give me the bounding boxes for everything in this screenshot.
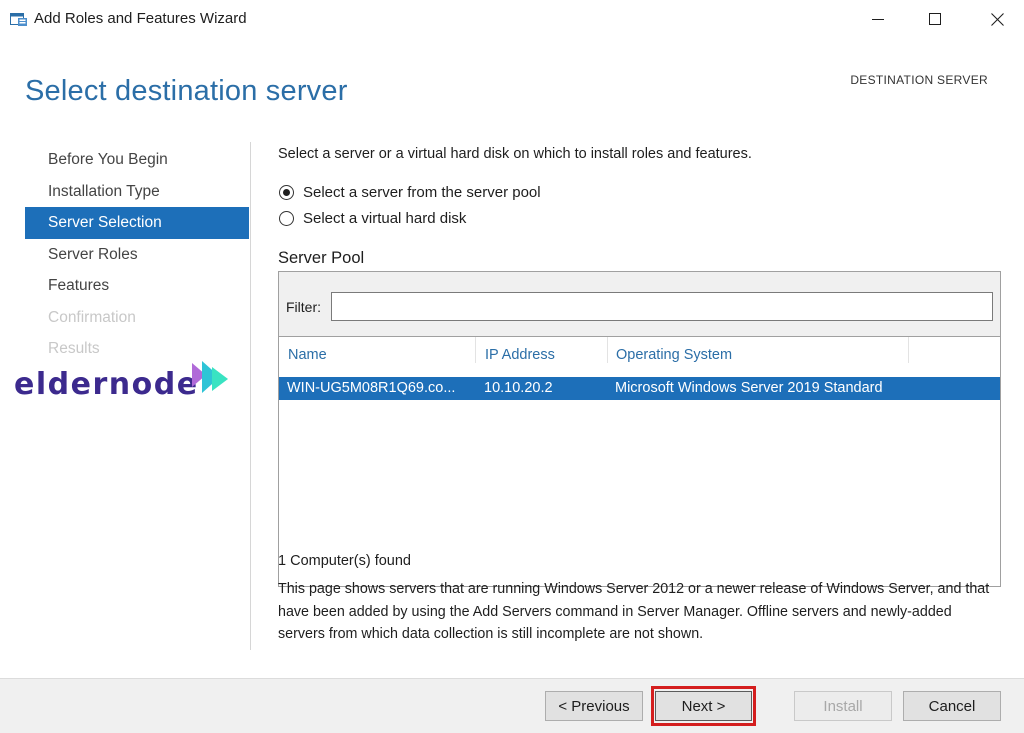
- cell-ip-address: 10.10.20.2: [484, 380, 553, 396]
- destination-server-label: DESTINATION SERVER: [850, 73, 988, 87]
- radio-server-pool[interactable]: [279, 185, 294, 200]
- option-server-pool[interactable]: Select a server from the server pool: [279, 184, 541, 201]
- close-button[interactable]: [974, 0, 1020, 38]
- server-grid: Name IP Address Operating System WIN-UG5…: [279, 336, 1000, 586]
- wizard-content: Select destination server DESTINATION SE…: [0, 38, 1024, 678]
- cancel-button[interactable]: Cancel: [903, 691, 1001, 721]
- radio-virtual-hard-disk[interactable]: [279, 211, 294, 226]
- column-divider[interactable]: [607, 337, 608, 363]
- logo-arrows-icon: [192, 361, 228, 393]
- server-pool-panel: Filter: Name IP Address Operating System…: [278, 271, 1001, 587]
- window-title: Add Roles and Features Wizard: [34, 10, 247, 27]
- wizard-footer: < Previous Next > Install Cancel: [0, 678, 1024, 733]
- grid-header: Name IP Address Operating System: [279, 337, 1000, 375]
- column-name[interactable]: Name: [288, 347, 327, 363]
- info-note: This page shows servers that are running…: [278, 581, 990, 642]
- wizard-nav: Before You Begin Installation Type Serve…: [25, 144, 249, 365]
- option-virtual-hard-disk[interactable]: Select a virtual hard disk: [279, 210, 466, 227]
- column-divider[interactable]: [908, 337, 909, 363]
- maximize-icon: [929, 13, 941, 25]
- nav-item-before-you-begin[interactable]: Before You Begin: [25, 144, 249, 176]
- column-ip-address[interactable]: IP Address: [485, 347, 555, 363]
- previous-button[interactable]: < Previous: [545, 691, 643, 721]
- maximize-button[interactable]: [912, 0, 958, 38]
- minimize-icon: [872, 19, 884, 20]
- nav-item-server-selection[interactable]: Server Selection: [25, 207, 249, 239]
- minimize-button[interactable]: [855, 0, 901, 38]
- page-title: Select destination server: [25, 75, 348, 107]
- cell-server-name: WIN-UG5M08R1Q69.co...: [287, 380, 456, 396]
- computers-found: 1 Computer(s) found: [278, 553, 411, 569]
- install-button: Install: [794, 691, 892, 721]
- intro-text: Select a server or a virtual hard disk o…: [278, 146, 752, 162]
- column-operating-system[interactable]: Operating System: [616, 347, 732, 363]
- nav-item-installation-type[interactable]: Installation Type: [25, 176, 249, 208]
- table-row[interactable]: WIN-UG5M08R1Q69.co... 10.10.20.2 Microso…: [279, 377, 1000, 400]
- filter-label: Filter:: [286, 299, 321, 315]
- close-icon: [990, 12, 1004, 26]
- column-divider[interactable]: [475, 337, 476, 363]
- cell-operating-system: Microsoft Windows Server 2019 Standard: [615, 380, 883, 396]
- logo-text: eldernode: [14, 367, 199, 402]
- nav-item-server-roles[interactable]: Server Roles: [25, 239, 249, 271]
- nav-item-confirmation: Confirmation: [48, 308, 136, 326]
- server-pool-title: Server Pool: [278, 249, 365, 267]
- next-highlight-annotation: [651, 686, 756, 726]
- eldernode-logo: eldernode: [14, 359, 234, 405]
- title-bar[interactable]: Add Roles and Features Wizard: [0, 0, 1024, 38]
- option-vhd-label: Select a virtual hard disk: [303, 210, 467, 227]
- nav-divider: [250, 142, 251, 650]
- filter-input[interactable]: [331, 292, 993, 321]
- server-manager-icon: [10, 11, 28, 27]
- nav-item-features[interactable]: Features: [25, 270, 249, 302]
- option-server-pool-label: Select a server from the server pool: [303, 184, 541, 201]
